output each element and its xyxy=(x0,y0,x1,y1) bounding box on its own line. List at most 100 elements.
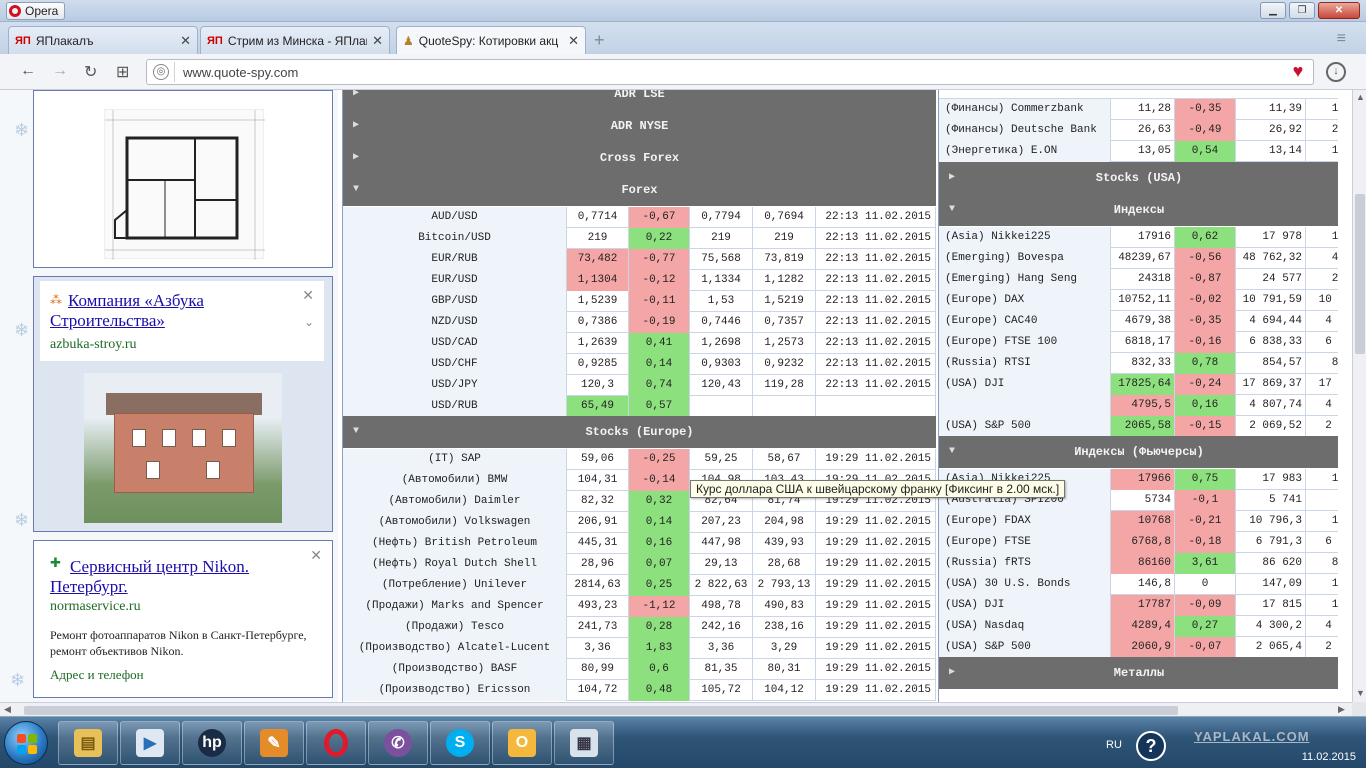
maximize-button[interactable]: ❐ xyxy=(1289,2,1315,19)
speed-dial-grid-icon[interactable]: ⊞ xyxy=(116,62,129,82)
tab-menu-icon[interactable]: ≡ xyxy=(1337,30,1346,48)
tab-quotespy[interactable]: ♟ QuoteSpy: Котировки акц ✕ xyxy=(396,26,586,55)
tab-yaplakal[interactable]: ЯП ЯПлакалъ ✕ xyxy=(8,26,198,54)
new-tab-icon[interactable]: + xyxy=(594,30,605,51)
taskbar-opera[interactable] xyxy=(306,721,366,765)
quote-row[interactable]: (Продажи) Marks and Spencer 493,23 -1,12 49… xyxy=(343,596,936,617)
close-window-button[interactable]: ✕ xyxy=(1318,2,1360,19)
vertical-scrollbar[interactable]: ▲ ▼ xyxy=(1352,90,1366,702)
quote-row[interactable]: AUD/USD 0,7714 -0,67 0,7794 0,7694 22:13 11.0… xyxy=(343,207,936,228)
site-info-globe-icon[interactable]: ◎ xyxy=(153,64,169,80)
language-indicator[interactable]: RU xyxy=(1106,739,1122,751)
quote-row[interactable]: (Asia) Nikkei225179160,6217 97817 xyxy=(939,227,1338,248)
quote-row[interactable]: (Europe) FTSE6768,8-0,186 791,36 7 xyxy=(939,532,1338,553)
ad-address-link[interactable]: Адрес и телефон xyxy=(50,667,144,683)
collapsed-triangle-icon[interactable]: ▶ xyxy=(353,142,359,174)
quote-row[interactable]: (Потребление) Unilever 2814,63 0,25 2 822,6… xyxy=(343,575,936,596)
tab-close-icon[interactable]: ✕ xyxy=(372,33,383,49)
section-header-cross-forex[interactable]: ▶ Cross Forex xyxy=(343,142,936,174)
section-header-forex[interactable]: ▼ Forex xyxy=(343,174,936,206)
collapsed-triangle-icon[interactable]: ▶ xyxy=(949,162,955,194)
section-header-adr-nyse[interactable]: ▶ ADR NYSE xyxy=(343,110,936,142)
house-photo[interactable] xyxy=(84,373,282,523)
ad-title-link[interactable]: Сервисный центр Nikon. Петербург. xyxy=(50,557,290,597)
quote-row[interactable]: (Финансы) Commerzbank11,28-0,3511,3911 xyxy=(939,99,1338,120)
taskbar-explorer[interactable]: ▤ xyxy=(58,721,118,765)
quote-row[interactable]: (Финансы) Deutsche Bank26,63-0,4926,9226 xyxy=(939,120,1338,141)
start-button[interactable] xyxy=(4,721,48,765)
ad-url[interactable]: azbuka-stroy.ru xyxy=(50,337,137,353)
bookmark-heart-icon[interactable]: ♥ xyxy=(1287,62,1309,82)
quote-row[interactable]: (Europe) FTSE 1006818,17-0,166 838,336 7 xyxy=(939,332,1338,353)
taskbar-hp[interactable]: hp xyxy=(182,721,242,765)
section-header-adr-lse[interactable]: ▶ ADR LSE xyxy=(343,90,936,110)
quote-row[interactable]: (Europe) DAX10752,11-0,0210 791,5910 6 xyxy=(939,290,1338,311)
quote-row[interactable]: (Продажи) Tesco 241,73 0,28 242,16 238,16 19:… xyxy=(343,617,936,638)
address-bar[interactable]: ◎ www.quote-spy.com ♥ xyxy=(146,59,1314,85)
quote-row[interactable]: (Производство) Ericsson 104,72 0,48 105,72 1… xyxy=(343,680,936,701)
collapsed-triangle-icon[interactable]: ▶ xyxy=(353,90,359,110)
quote-row[interactable]: NZD/USD 0,7386 -0,19 0,7446 0,7357 22:13 11.0… xyxy=(343,312,936,333)
expanded-triangle-icon[interactable]: ▼ xyxy=(353,174,359,206)
quote-row[interactable]: (Производство) BASF 80,99 0,6 81,35 80,31 19:… xyxy=(343,659,936,680)
section-header-stocks-europe[interactable]: ▼ Stocks (Europe) xyxy=(343,416,936,448)
taskbar-viber[interactable]: ✆ xyxy=(368,721,428,765)
taskbar-skype[interactable]: S xyxy=(430,721,490,765)
tab-close-icon[interactable]: ✕ xyxy=(180,33,191,49)
ad-url[interactable]: normaservice.ru xyxy=(50,599,141,615)
quote-row[interactable]: (USA) DJI17825,64-0,2417 869,3717 7 xyxy=(939,374,1338,395)
ad-nikon[interactable]: ✚ Сервисный центр Nikon. Петербург. norm… xyxy=(33,540,333,698)
quote-row[interactable]: (Emerging) Bovespa 48239,67 -0,56 48 762,32… xyxy=(939,248,1338,269)
quote-row[interactable]: (Russia) RTSI832,330,78854,5782 xyxy=(939,353,1338,374)
quote-row[interactable]: (Нефть) Royal Dutch Shell 28,96 0,07 29,13 2… xyxy=(343,554,936,575)
quote-row[interactable]: (USA) DJI17787-0,0917 81517 xyxy=(939,595,1338,616)
quote-row[interactable]: (USA) S&P 5002060,9-0,072 065,42 0 xyxy=(939,637,1338,658)
scroll-thumb[interactable] xyxy=(1355,194,1365,354)
taskbar-calculator[interactable]: ▦ xyxy=(554,721,614,765)
url-text[interactable]: www.quote-spy.com xyxy=(183,65,298,80)
ad-close-icon[interactable]: ✕ xyxy=(302,287,314,304)
chevron-down-icon[interactable]: ⌄ xyxy=(304,315,314,329)
scroll-up-icon[interactable]: ▲ xyxy=(1356,92,1365,102)
tab-close-icon[interactable]: ✕ xyxy=(568,33,579,49)
ad-floor-plan[interactable] xyxy=(33,90,333,268)
quote-row[interactable]: (Russia) fRTS861603,6186 62083 xyxy=(939,553,1338,574)
quote-row[interactable]: EUR/RUB 73,482 -0,77 75,568 73,819 22:13 11.0… xyxy=(343,249,936,270)
quote-row[interactable]: (Автомобили) Volkswagen 206,91 0,14 207,23 2… xyxy=(343,512,936,533)
quote-row[interactable]: (IT) SAP 59,06 -0,25 59,25 58,67 19:29 11.02.… xyxy=(343,449,936,470)
quote-row[interactable]: USD/CHF 0,9285 0,14 0,9303 0,9232 22:13 11.02… xyxy=(343,354,936,375)
section-header-metals[interactable]: ▶ Металлы xyxy=(939,657,1338,689)
quote-row[interactable]: (Энергетика) E.ON13,050,5413,1412 xyxy=(939,141,1338,162)
expanded-triangle-icon[interactable]: ▼ xyxy=(353,416,359,448)
ad-close-icon[interactable]: ✕ xyxy=(310,547,322,564)
reload-icon[interactable]: ↻ xyxy=(84,62,97,82)
taskbar-app[interactable]: ✎ xyxy=(244,721,304,765)
collapsed-triangle-icon[interactable]: ▶ xyxy=(353,110,359,142)
quote-row[interactable]: (USA) Nasdaq4289,40,274 300,24 2 xyxy=(939,616,1338,637)
quote-row[interactable]: (Europe) FDAX10768-0,2110 796,310 xyxy=(939,511,1338,532)
scroll-left-icon[interactable]: ◀ xyxy=(4,704,11,715)
scroll-right-icon[interactable]: ▶ xyxy=(1338,704,1345,715)
tab-stream[interactable]: ЯП Стрим из Минска - ЯПлак ✕ xyxy=(200,26,390,54)
quote-row[interactable]: USD/RUB 65,49 0,57 xyxy=(343,396,936,417)
taskbar-media-player[interactable]: ▶ xyxy=(120,721,180,765)
download-icon[interactable]: ↓ xyxy=(1326,62,1346,82)
quote-row[interactable]: USD/CAD 1,2639 0,41 1,2698 1,2573 22:13 11.02… xyxy=(343,333,936,354)
quote-row[interactable]: (Производство) Alcatel-Lucent 3,36 1,83 3,3… xyxy=(343,638,936,659)
forward-arrow-icon[interactable]: → xyxy=(52,62,68,80)
quote-row[interactable]: USD/JPY 120,3 0,74 120,43 119,28 22:13 11.02.… xyxy=(343,375,936,396)
quote-row[interactable]: GBP/USD 1,5239 -0,11 1,53 1,5219 22:13 11.02.… xyxy=(343,291,936,312)
ad-azbuka[interactable]: ⁂ Компания «Азбука Строительства» azbuka… xyxy=(33,276,333,532)
scroll-thumb[interactable] xyxy=(24,706,1178,715)
expanded-triangle-icon[interactable]: ▼ xyxy=(949,436,955,468)
quote-row[interactable]: EUR/USD 1,1304 -0,12 1,1334 1,1282 22:13 11.0… xyxy=(343,270,936,291)
quote-row[interactable]: (Europe) CAC404679,38-0,354 694,444 6 xyxy=(939,311,1338,332)
minimize-button[interactable]: ▁ xyxy=(1260,2,1286,19)
section-header-indices[interactable]: ▼ Индексы xyxy=(939,194,1338,226)
quote-row[interactable]: (Нефть) British Petroleum 445,31 0,16 447,9… xyxy=(343,533,936,554)
quote-row[interactable]: (USA) 30 U.S. Bonds146,80147,0914 xyxy=(939,574,1338,595)
quote-row[interactable]: (USA) S&P 5002065,58-0,152 069,522 0 xyxy=(939,416,1338,437)
scroll-down-icon[interactable]: ▼ xyxy=(1356,688,1365,698)
opera-menu-button[interactable]: Opera xyxy=(6,2,66,20)
clock-date[interactable]: 11.02.2015 xyxy=(1302,751,1356,763)
